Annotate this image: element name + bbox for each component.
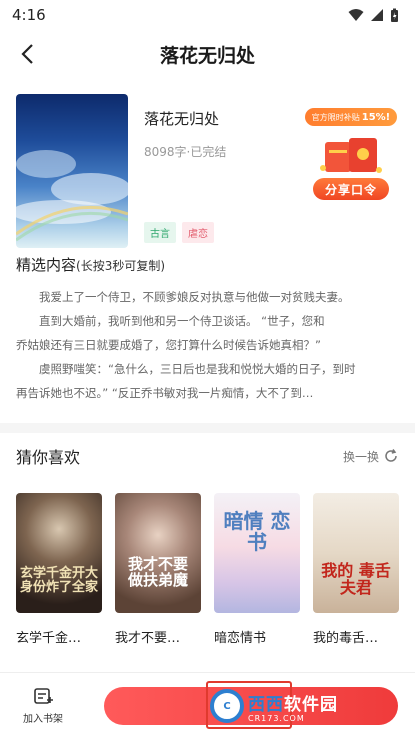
add-to-shelf-label: 加入书架: [23, 713, 63, 725]
excerpt-hint: (长按3秒可复制): [76, 259, 166, 273]
watermark-emblem-icon: C: [210, 689, 244, 723]
excerpt-paragraph: 直到大婚前，我听到他和另一个侍卫谈话。 “世子，您和: [39, 314, 325, 328]
recommend-book[interactable]: 我的 毒舌夫君 我的毒舌…: [313, 493, 399, 646]
recommend-book-name: 玄学千金…: [16, 631, 82, 646]
promo-badge: 官方限时补贴 15%!: [305, 108, 397, 126]
recommend-header: 猜你喜欢 换一换: [16, 433, 399, 479]
status-icons: [348, 8, 399, 23]
top-nav: 落花无归处: [0, 30, 415, 78]
recommend-book[interactable]: 玄学千金开大 身份炸了全家 玄学千金…: [16, 493, 102, 646]
section-divider: [0, 423, 415, 433]
tag-list: 古言 虐恋: [144, 222, 214, 243]
tag-genre[interactable]: 古言: [144, 222, 176, 243]
recommend-book-cover: 我才不要 做扶弟魔: [115, 493, 201, 613]
excerpt-title: 精选内容: [16, 256, 77, 274]
excerpt-paragraph: 我爱上了一个侍卫，不顾爹娘反对执意与他做一对贫贱夫妻。: [39, 290, 350, 304]
excerpt-body[interactable]: 我爱上了一个侍卫，不顾爹娘反对执意与他做一对贫贱夫妻。 直到大婚前，我听到他和另…: [16, 285, 399, 405]
chevron-left-icon: [21, 44, 33, 64]
watermark-main-a: 西西: [248, 694, 284, 715]
bookshelf-add-icon: [34, 687, 53, 704]
page-title: 落花无归处: [159, 44, 255, 67]
watermark-sub: CR173.COM: [248, 713, 305, 723]
watermark-text: 西西软件园 CR173.COM: [248, 690, 338, 723]
promo-badge-text: 官方限时补贴: [311, 112, 360, 122]
recommend-book[interactable]: 我才不要 做扶弟魔 我才不要…: [115, 493, 201, 646]
recommend-book-name: 我的毒舌…: [313, 631, 379, 646]
excerpt-paragraph: 再告诉她也不迟。” “反正乔书敏对我一片痴情，大不了到…: [16, 386, 314, 400]
share-code-button[interactable]: 分享口令: [313, 178, 389, 200]
cover-title: 我才不要 做扶弟魔: [127, 555, 188, 589]
recommend-book-name: 我才不要…: [115, 631, 181, 646]
recommend-book-cover: 暗情 恋书: [214, 493, 300, 613]
watermark-logo: C 西西软件园 CR173.COM: [210, 687, 398, 725]
refresh-button[interactable]: 换一换: [343, 448, 399, 465]
back-button[interactable]: [14, 40, 42, 68]
status-time: 4:16: [12, 6, 46, 24]
recommend-book[interactable]: 暗情 恋书 暗恋情书: [214, 493, 300, 646]
recommend-book-cover: 玄学千金开大 身份炸了全家: [16, 493, 102, 613]
excerpt-paragraph: 乔姑娘还有三日就要成婚了，您打算什么时候告诉她真相？”: [16, 338, 321, 352]
cover-art: [16, 150, 128, 242]
book-header: 落花无归处 8098字·已完结 古言 虐恋 官方限时补贴 15%! 分享口令: [0, 78, 415, 250]
wifi-icon: [348, 9, 364, 21]
recommend-list: 玄学千金开大 身份炸了全家 玄学千金… 我才不要 做扶弟魔 我才不要… 暗情 恋…: [16, 493, 399, 646]
cover-title: 暗情 恋书: [223, 509, 291, 554]
red-envelope-icon: [320, 138, 382, 173]
signal-icon: [371, 9, 383, 21]
recommend-section: 猜你喜欢 换一换 玄学千金开大 身份炸了全家 玄学千金… 我才不要 做扶弟魔 我…: [0, 433, 415, 646]
battery-icon: [391, 8, 398, 22]
recommend-title: 猜你喜欢: [16, 448, 81, 467]
bottom-bar: 加入书架 C 西西软件园 CR173.COM: [0, 672, 415, 738]
tag-theme[interactable]: 虐恋: [182, 222, 214, 243]
add-to-shelf-button[interactable]: 加入书架: [0, 687, 86, 725]
excerpt-section: 精选内容 (长按3秒可复制) 我爱上了一个侍卫，不顾爹娘反对执意与他做一对贫贱夫…: [0, 254, 415, 405]
refresh-icon: [385, 449, 397, 462]
share-promo[interactable]: 官方限时补贴 15%! 分享口令: [305, 108, 397, 200]
excerpt-header: 精选内容 (长按3秒可复制): [16, 254, 399, 275]
cover-title: 玄学千金开大 身份炸了全家: [20, 566, 99, 595]
promo-badge-value: 15%!: [361, 111, 391, 123]
refresh-label: 换一换: [342, 449, 379, 464]
status-bar: 4:16: [0, 0, 415, 30]
cover-title: 我的 毒舌夫君: [321, 561, 391, 597]
watermark-main-b: 软件园: [284, 694, 338, 715]
recommend-book-name: 暗恋情书: [214, 631, 267, 646]
recommend-book-cover: 我的 毒舌夫君: [313, 493, 399, 613]
excerpt-paragraph: 虞照野嗤笑：“急什么，三日后也是我和悦悦大婚的日子，到时: [39, 362, 356, 376]
book-cover[interactable]: [16, 94, 128, 248]
